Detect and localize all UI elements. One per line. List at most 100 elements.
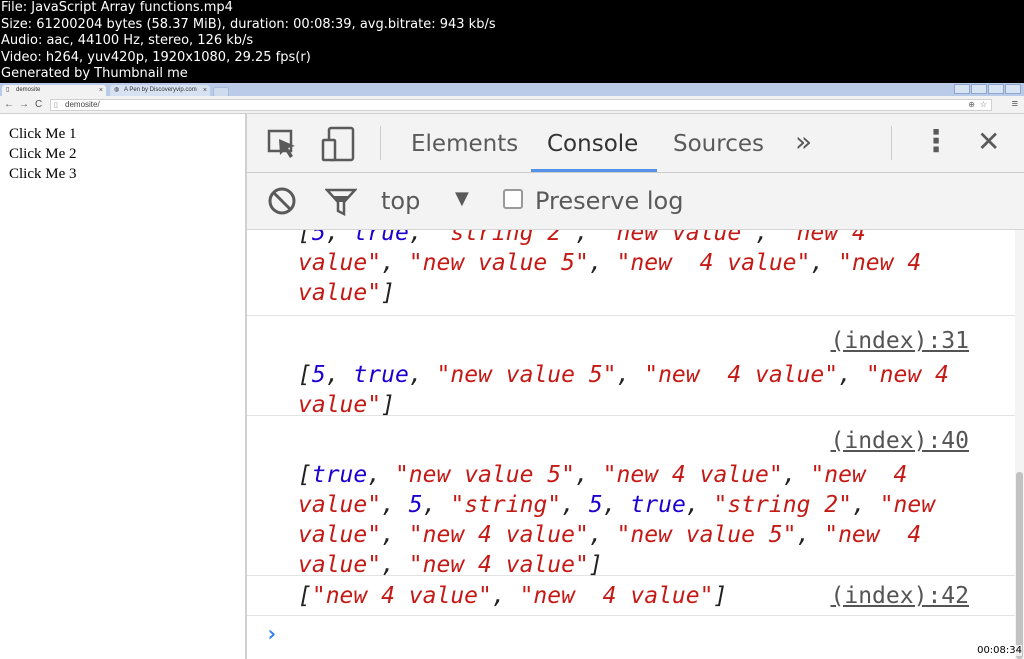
string-token: value"	[298, 392, 382, 418]
string-token: "new 4	[810, 462, 908, 488]
device-toolbar-icon[interactable]	[321, 126, 357, 167]
click-me-1[interactable]: Click Me 1	[9, 124, 77, 144]
close-devtools-icon[interactable]: ✕	[977, 126, 1000, 158]
string-token: value"	[298, 522, 382, 548]
console-scrollbar-thumb[interactable]	[1016, 472, 1023, 659]
meta-line-size: Size: 61200204 bytes (58.37 MiB), durati…	[1, 16, 496, 32]
punctuation-token: ]	[381, 392, 395, 418]
value-token: true	[353, 230, 409, 246]
click-me-3[interactable]: Click Me 3	[9, 164, 77, 184]
meta-line-file: File: JavaScript Array functions.mp4	[1, 0, 233, 15]
console-prompt-icon[interactable]: ›	[265, 622, 278, 647]
string-token: "new 4 value"	[311, 583, 492, 609]
console-message: [5, true, "new value 5", "new 4 value", …	[247, 316, 1015, 418]
console-message-line: ["new 4 value", "new 4 value"]	[298, 581, 727, 611]
console-source-link[interactable]: (index):42	[831, 581, 969, 611]
punctuation-token: ,	[381, 250, 409, 276]
browser-tab-strip: ▯ demosite × ◍ A Pen by Discoveryvip.com…	[0, 83, 1024, 97]
console-message-line: value", 5, "string", 5, true, "string 2"…	[298, 490, 935, 520]
page-favicon-icon: ▯	[6, 87, 10, 93]
chrome-menu-icon[interactable]: ≡	[1012, 98, 1018, 110]
clear-console-icon[interactable]	[267, 186, 297, 221]
string-token: value"	[298, 492, 382, 518]
minimize-icon[interactable]	[971, 84, 987, 94]
console-message-text: [5, true, "string 2", "new value", "new …	[298, 230, 921, 308]
toolbar-divider	[891, 126, 892, 160]
console-source-link[interactable]: (index):40	[831, 426, 969, 456]
punctuation-token: ,	[588, 250, 617, 276]
browser-toolbar: ← → C ▯ demosite/ ⊕ ☆ ≡	[0, 96, 1024, 114]
maximize-icon[interactable]	[988, 84, 1004, 94]
punctuation-token: ,	[782, 462, 811, 488]
string-token: "string"	[450, 492, 562, 518]
punctuation-token: ,	[381, 492, 409, 518]
punctuation-token: ,	[491, 583, 520, 609]
inspect-element-icon[interactable]	[267, 128, 299, 165]
console-message: [5, true, "string 2", "new value", "new …	[247, 230, 1015, 316]
tab-sources[interactable]: Sources	[673, 128, 764, 160]
punctuation-token: ,	[810, 250, 839, 276]
console-scrollbar[interactable]	[1015, 230, 1024, 659]
tab-close-icon[interactable]: ×	[203, 85, 207, 96]
value-token: true	[311, 462, 368, 488]
devtools-panel: Elements Console Sources » ⋮ ✕ top ▼ Pre…	[245, 114, 1024, 659]
tab-console[interactable]: Console	[547, 128, 638, 160]
browser-tab-demosite[interactable]: ▯ demosite ×	[2, 85, 106, 96]
punctuation-token: ,	[381, 522, 409, 548]
punctuation-token: ,	[422, 492, 451, 518]
context-selector[interactable]: top	[381, 186, 420, 216]
click-me-2[interactable]: Click Me 2	[9, 144, 77, 164]
browser-tab-label: A Pen by Discoveryvip.com	[124, 87, 197, 93]
console-message-line: [5, true, "new value 5", "new 4 value", …	[298, 360, 949, 390]
string-token: "new 4 value"	[616, 250, 811, 276]
context-dropdown-icon[interactable]: ▼	[455, 184, 469, 214]
bookmark-star-icon[interactable]: ☆	[980, 100, 987, 110]
console-message-line: value"]	[298, 278, 921, 308]
meta-line-audio: Audio: aac, 44100 Hz, stereo, 126 kb/s	[1, 33, 254, 48]
meta-line-generator: Generated by Thumbnail me	[1, 66, 188, 81]
punctuation-token: [	[298, 362, 312, 388]
string-token: "new value"	[602, 230, 756, 246]
reload-icon[interactable]: C	[35, 99, 42, 111]
console-filter-bar: top ▼ Preserve log	[247, 173, 1024, 230]
console-source-link[interactable]: (index):31	[831, 326, 969, 356]
punctuation-token: ,	[602, 492, 631, 518]
string-token: "string 2"	[713, 492, 852, 518]
punctuation-token: ,	[381, 552, 409, 578]
string-token: "new 4 value"	[644, 362, 839, 388]
browser-tab-codepen[interactable]: ◍ A Pen by Discoveryvip.com ×	[110, 85, 210, 96]
string-token: "string 2"	[436, 230, 575, 246]
value-token: 5	[311, 362, 326, 388]
forward-arrow-icon[interactable]: →	[19, 99, 29, 111]
string-token: value"	[298, 552, 382, 578]
window-close-icon[interactable]	[1005, 84, 1021, 94]
console-message-line: value", "new value 5", "new 4 value", "n…	[298, 248, 921, 278]
console-message: ["new 4 value", "new 4 value"] (index):42	[247, 576, 1015, 616]
video-timestamp: 00:08:34	[977, 645, 1022, 656]
punctuation-token: ,	[685, 492, 714, 518]
tab-elements[interactable]: Elements	[411, 128, 518, 160]
tab-close-icon[interactable]: ×	[99, 85, 103, 96]
user-icon[interactable]	[954, 84, 970, 94]
page-viewport: Click Me 1 Click Me 2 Click Me 3	[0, 114, 245, 659]
string-token: "new 4 value"	[408, 522, 589, 548]
video-metadata-overlay: File: JavaScript Array functions.mp4 Siz…	[0, 0, 1024, 83]
zoom-icon[interactable]: ⊕	[968, 100, 975, 110]
address-bar[interactable]: ▯ demosite/ ⊕ ☆	[50, 99, 992, 111]
value-token: 5	[311, 230, 326, 246]
filter-funnel-icon[interactable]	[324, 187, 358, 222]
meta-line-video: Video: h264, yuv420p, 1920x1080, 29.25 f…	[1, 49, 311, 65]
punctuation-token: ,	[574, 462, 603, 488]
page-icon: ▯	[54, 102, 58, 109]
console-message-text: [5, true, "new value 5", "new 4 value", …	[298, 360, 949, 420]
browser-tab-label: demosite	[16, 87, 41, 93]
back-arrow-icon[interactable]: ←	[4, 99, 14, 111]
string-token: "new value 5"	[436, 362, 617, 388]
string-token: "new 4	[838, 250, 922, 276]
punctuation-token: ,	[408, 230, 437, 246]
string-token: "new 4 value"	[408, 552, 589, 578]
string-token: value"	[298, 280, 382, 306]
more-tabs-icon[interactable]: »	[795, 126, 812, 158]
kebab-menu-icon[interactable]: ⋮	[921, 126, 951, 158]
preserve-log-checkbox[interactable]	[503, 189, 523, 209]
